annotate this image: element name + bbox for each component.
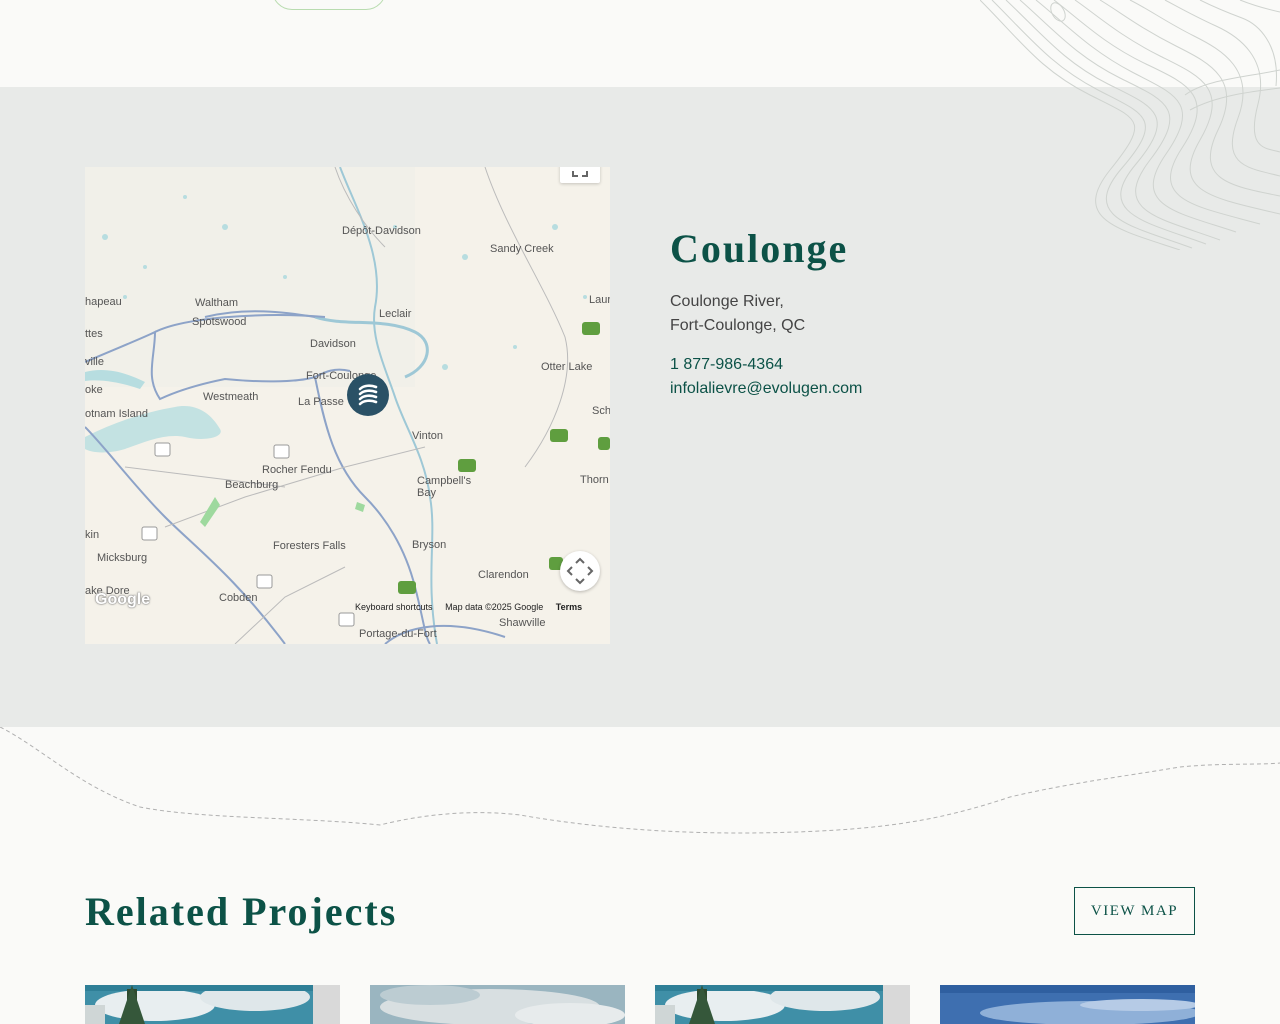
map-place: Foresters Falls — [273, 540, 346, 552]
map-place: Cobden — [219, 592, 258, 604]
location-contact: 1 877-986-4364 infolalievre@evolugen.com — [670, 353, 862, 401]
map-place: Sch — [592, 405, 610, 417]
map-place: ttes — [85, 328, 103, 340]
project-card[interactable] — [655, 985, 910, 1024]
map-place: Clarendon — [478, 569, 529, 581]
water-wave-icon — [358, 384, 378, 406]
view-map-button[interactable]: VIEW MAP — [1074, 887, 1195, 935]
map-place: Campbell's Bay — [417, 475, 472, 499]
map-place: Sandy Creek — [490, 243, 554, 255]
project-card-image — [370, 985, 625, 1024]
map-place: Laur — [589, 294, 610, 306]
map-place: Vinton — [412, 430, 443, 442]
dashed-trail-decoration — [0, 727, 1280, 834]
map-attribution: Keyboard shortcuts Map data ©2025 Google… — [355, 602, 592, 612]
project-card-image — [85, 985, 340, 1024]
terms-link[interactable]: Terms — [556, 602, 582, 612]
project-card-image — [940, 985, 1195, 1024]
map-place: Shawville — [499, 617, 546, 629]
map-place: Beachburg — [225, 479, 279, 491]
map-place: otnam Island — [85, 408, 148, 420]
location-section: Dépôt-Davidson Sandy Creek hapeau Waltha… — [0, 87, 1280, 727]
phone-link[interactable]: 1 877-986-4364 — [670, 353, 862, 377]
fullscreen-icon — [572, 171, 588, 177]
map-place: hapeau — [85, 296, 122, 308]
keyboard-shortcuts-link[interactable]: Keyboard shortcuts — [355, 602, 433, 612]
google-map[interactable]: Dépôt-Davidson Sandy Creek hapeau Waltha… — [85, 167, 610, 644]
map-place: Otter Lake — [541, 361, 593, 373]
map-place: Spotswood — [192, 316, 247, 328]
google-logo: Google — [95, 591, 151, 608]
fullscreen-button[interactable] — [560, 167, 600, 183]
project-card[interactable] — [85, 985, 340, 1024]
move-arrows-icon — [566, 557, 594, 585]
top-strip — [0, 0, 1280, 87]
map-place: Davidson — [310, 338, 356, 350]
map-place: ville — [85, 356, 104, 368]
map-place: La Passe — [298, 396, 344, 408]
project-card-image — [655, 985, 910, 1024]
map-place: Dépôt-Davidson — [342, 225, 421, 237]
project-location-marker[interactable] — [347, 374, 389, 416]
map-place: Leclair — [379, 308, 412, 320]
email-link[interactable]: infolalievre@evolugen.com — [670, 377, 862, 401]
location-title: Coulonge — [670, 226, 849, 271]
map-place: oke — [85, 384, 103, 396]
map-camera-control-button[interactable] — [560, 551, 600, 591]
project-card[interactable] — [940, 985, 1195, 1024]
map-place: Bryson — [412, 539, 447, 551]
map-place: Micksburg — [97, 552, 148, 564]
map-place: Waltham — [195, 297, 238, 309]
address-line-1: Coulonge River, — [670, 293, 784, 310]
map-place: Westmeath — [203, 391, 259, 403]
location-address: Coulonge River, Fort-Coulonge, QC — [670, 290, 805, 338]
map-place: kin — [85, 529, 100, 541]
project-card[interactable] — [370, 985, 625, 1024]
related-projects-title: Related Projects — [85, 889, 398, 934]
map-data-text: Map data ©2025 Google — [445, 602, 544, 612]
map-place: Portage-du-Fort — [359, 628, 437, 640]
map-place: Thorn — [580, 474, 609, 486]
top-pill-button[interactable] — [272, 0, 386, 10]
map-place: Rocher Fendu — [262, 464, 332, 476]
address-line-2: Fort-Coulonge, QC — [670, 317, 806, 334]
